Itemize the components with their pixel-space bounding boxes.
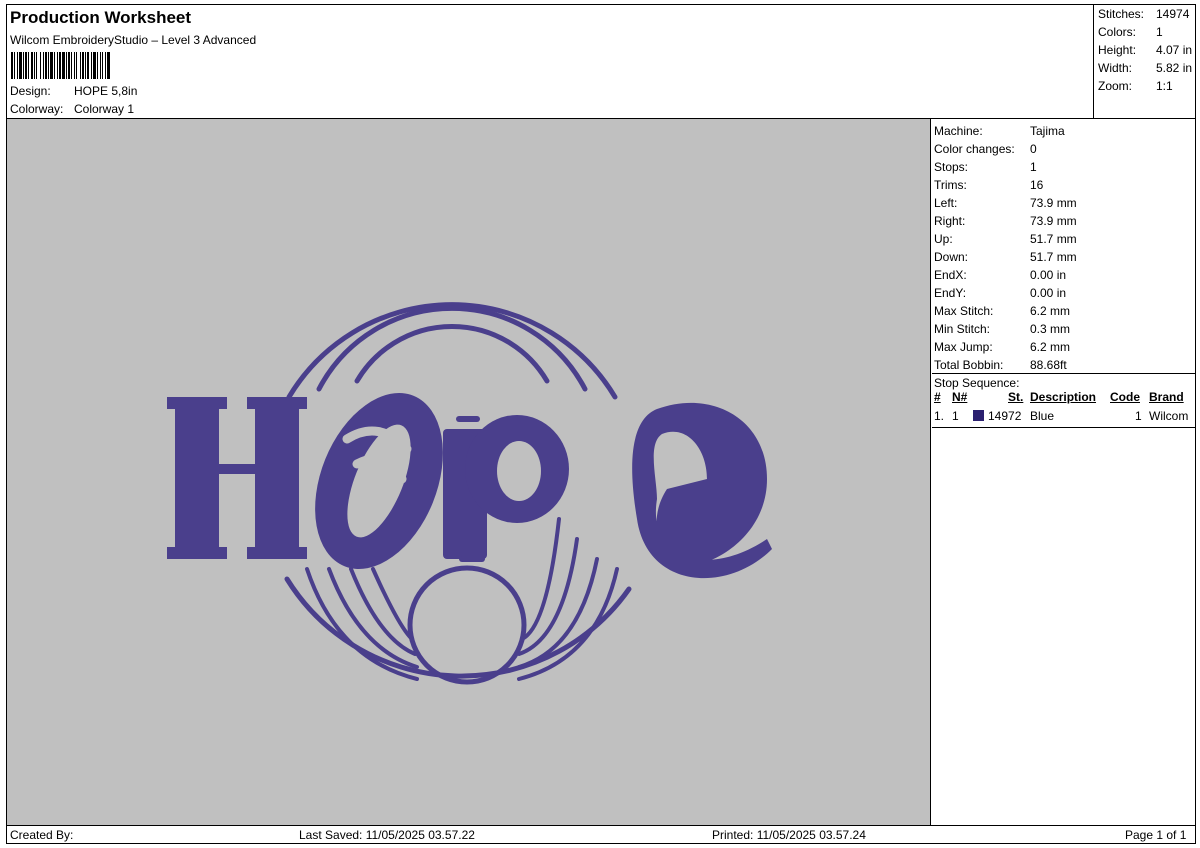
info-left: Left: 73.9 mm [934,196,1077,210]
colorway-label: Colorway: [10,102,64,116]
design-label: Design: [10,84,51,98]
colorway-value: Colorway 1 [74,102,135,116]
col-stitches: St. [1008,390,1024,404]
inner-arc [354,324,550,384]
stat-colors: Colors: 1 [1098,25,1163,39]
info-right: Right: 73.9 mm [934,214,1077,228]
thread-color-swatch [973,410,984,421]
page-title: Production Worksheet [10,8,192,27]
last-saved: Last Saved: 11/05/2025 03.57.22 [299,828,475,842]
stop-row-description: Blue [1030,409,1055,423]
letter-h-crossbar [212,464,262,474]
info-trims: Trims: 16 [934,178,1044,192]
stop-row-brand: Wilcom [1149,409,1189,423]
p-counter [497,441,541,501]
stop-sequence-divider [932,373,1195,374]
stat-height: Height: 4.07 in [1098,43,1193,57]
col-needle: N# [952,390,968,404]
info-max-stitch: Max Stitch: 6.2 mm [934,304,1071,318]
stop-row-needle: 1 [952,409,959,423]
info-endy: EndY: 0.00 in [934,286,1067,300]
info-endx: EndX: 0.00 in [934,268,1067,282]
swoosh-left-4 [371,567,414,641]
swoosh-left-2 [327,567,419,669]
stop-row-stitches: 14972 [988,409,1022,423]
stat-zoom: Zoom: 1:1 [1098,79,1173,93]
letter-h-serif-tr [247,397,307,409]
design-row: Design: HOPE 5,8in [10,84,137,98]
center-ring [407,565,527,685]
letter-h-serif-tl [167,397,227,409]
col-brand: Brand [1149,390,1184,404]
design-value: HOPE 5,8in [74,84,138,98]
info-color-changes: Color changes: 0 [934,142,1037,156]
created-by: Created By: [10,828,74,842]
stop-row-code: 1 [1135,409,1142,423]
col-num: # [934,390,941,404]
design-preview [7,119,931,826]
stop-table-divider [932,427,1195,428]
printed-date: Printed: 11/05/2025 03.57.24 [712,828,866,842]
stat-stitches: Stitches: 14974 [1098,7,1190,21]
worksheet-footer: Created By: Last Saved: 11/05/2025 03.57… [7,826,1195,844]
barcode-icon [11,52,110,79]
hope-embroidery-design [167,302,772,685]
worksheet-frame: Production Worksheet Wilcom EmbroiderySt… [6,4,1196,844]
software-name: Wilcom EmbroideryStudio – Level 3 Advanc… [10,33,257,47]
stat-width: Width: 5.82 in [1098,61,1193,75]
info-total-bobbin: Total Bobbin: 88.68ft [934,358,1067,372]
stats-box: Stitches: 14974 Colors: 1 Height: 4.07 in W… [1093,5,1197,118]
col-code: Code [1110,390,1140,404]
letter-e [632,402,772,579]
outer-arc [286,302,618,400]
info-max-jump: Max Jump: 6.2 mm [934,340,1071,354]
letter-h-left-stem [175,397,219,559]
info-stops: Stops: 1 [934,160,1037,174]
machine-info-panel: Machine: Tajima Color changes: 0 Stops: 1 T… [932,119,1195,826]
info-min-stitch: Min Stitch: 0.3 mm [934,322,1071,336]
col-description: Description [1030,390,1097,404]
stop-sequence-title: Stop Sequence: [934,376,1020,390]
letter-h-right-stem [255,397,299,559]
swoosh-left-3 [349,567,417,656]
info-machine: Machine: Tajima [934,124,1065,138]
letter-h-serif-bl [167,547,227,559]
letter-h-serif-br [247,547,307,559]
page-number: Page 1 of 1 [1125,828,1187,842]
colorway-row: Colorway: Colorway 1 [10,102,134,116]
worksheet-header: Production Worksheet Wilcom EmbroiderySt… [7,5,1093,118]
stop-row-num: 1. [934,409,945,423]
info-down: Down: 51.7 mm [934,250,1077,264]
info-up: Up: 51.7 mm [934,232,1077,246]
